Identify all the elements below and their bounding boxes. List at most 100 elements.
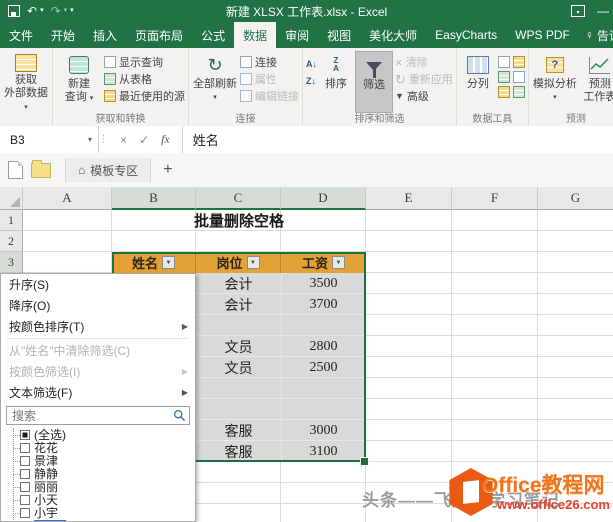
checkbox-icon[interactable] <box>20 455 30 466</box>
name-box-dropdown-icon[interactable]: ▾ <box>88 135 92 144</box>
table-row[interactable]: 会计 3500 <box>196 273 366 294</box>
sort-descending-button[interactable]: Z↓ <box>306 74 317 88</box>
undo-dropdown-icon[interactable]: ▾ <box>40 0 44 22</box>
cell-salary[interactable]: 3100 <box>281 441 366 462</box>
table-row[interactable] <box>196 399 366 420</box>
flash-fill-icon[interactable] <box>497 56 510 68</box>
tell-me-box[interactable]: ♀ 告诉我.. <box>579 22 613 48</box>
cell-position[interactable]: 文员 <box>196 357 281 378</box>
cell-d3-salary[interactable]: 工资 ▼ <box>281 252 366 273</box>
manage-data-model-icon[interactable] <box>512 86 525 98</box>
tab-home[interactable]: 开始 <box>42 22 84 48</box>
forecast-sheet-button[interactable]: 预测 工作表 <box>580 51 613 111</box>
row-header-2[interactable]: 2 <box>0 231 23 252</box>
insert-function-icon[interactable]: fx <box>161 132 170 147</box>
relationships-icon[interactable] <box>497 86 510 98</box>
table-row[interactable]: 会计 3700 <box>196 294 366 315</box>
cell-position[interactable] <box>196 315 281 336</box>
consolidate-icon[interactable] <box>512 71 525 83</box>
cell-position[interactable] <box>196 399 281 420</box>
title-cell[interactable]: 批量删除空格 <box>112 210 366 231</box>
column-header-b[interactable]: B <box>112 187 196 210</box>
cell-position[interactable]: 会计 <box>196 273 281 294</box>
advanced-filter-button[interactable]: ▼ 高级 <box>395 89 453 104</box>
save-icon[interactable] <box>8 5 20 17</box>
open-folder-icon[interactable] <box>31 159 51 178</box>
tab-view[interactable]: 视图 <box>318 22 360 48</box>
checkbox-icon[interactable] <box>20 494 30 505</box>
cell-salary[interactable]: 3500 <box>281 273 366 294</box>
checkbox-checked-icon[interactable] <box>20 429 30 440</box>
formula-input[interactable]: 姓名 <box>183 126 219 153</box>
what-if-button[interactable]: ? 模拟分析 ▾ <box>532 51 578 111</box>
checkbox-icon[interactable] <box>20 468 30 479</box>
checkbox-icon[interactable] <box>20 481 30 492</box>
customize-qat-icon[interactable]: ▾ <box>70 0 74 22</box>
cell-position[interactable]: 客服 <box>196 420 281 441</box>
cell-salary[interactable] <box>281 378 366 399</box>
tab-data[interactable]: 数据 <box>234 22 277 48</box>
connections-button[interactable]: 连接 <box>240 55 299 69</box>
cell-c3-position[interactable]: 岗位 ▼ <box>196 252 281 273</box>
menu-item-sort-ascending[interactable]: 升序(S) <box>1 274 195 295</box>
column-header-d[interactable]: D <box>281 187 366 210</box>
tab-wps-pdf[interactable]: WPS PDF <box>506 22 579 48</box>
filter-dropdown-button-name[interactable]: ▼ <box>162 256 175 269</box>
name-box[interactable]: B3 ▾ <box>0 126 99 153</box>
table-row[interactable]: 文员 2800 <box>196 336 366 357</box>
new-document-icon[interactable] <box>8 161 23 179</box>
table-row[interactable]: 客服 3100 <box>196 441 366 462</box>
filter-search-box[interactable] <box>6 406 190 425</box>
fill-handle[interactable] <box>360 457 369 466</box>
row-header-3[interactable]: 3 <box>0 252 23 273</box>
formula-bar-handle[interactable]: ⋮ <box>99 126 109 153</box>
column-header-f[interactable]: F <box>452 187 538 210</box>
row-header-1[interactable]: 1 <box>0 210 23 231</box>
search-input[interactable] <box>6 406 190 425</box>
redo-dropdown-icon[interactable]: ▾ <box>64 0 68 22</box>
cancel-icon[interactable]: × <box>120 133 127 147</box>
new-query-button[interactable]: 新建 查询 ▾ <box>56 51 102 111</box>
table-row[interactable] <box>196 378 366 399</box>
cell-salary[interactable]: 2500 <box>281 357 366 378</box>
select-all-corner[interactable] <box>0 187 23 210</box>
table-row[interactable]: 文员 2500 <box>196 357 366 378</box>
tab-easycharts[interactable]: EasyCharts <box>426 22 506 48</box>
text-to-columns-button[interactable]: 分列 <box>460 51 496 111</box>
menu-item-sort-by-color[interactable]: 按颜色排序(T) ▶ <box>1 316 195 337</box>
table-row[interactable] <box>196 315 366 336</box>
cell-salary[interactable]: 3700 <box>281 294 366 315</box>
column-header-a[interactable]: A <box>23 187 112 210</box>
cell-position[interactable] <box>196 378 281 399</box>
cell-salary[interactable]: 2800 <box>281 336 366 357</box>
get-external-data-button[interactable]: 获取 外部数据 ▾ <box>3 51 49 111</box>
cell-salary[interactable] <box>281 315 366 336</box>
column-header-c[interactable]: C <box>196 187 281 210</box>
undo-icon[interactable]: ↶ <box>27 0 37 22</box>
refresh-all-button[interactable]: ↻ 全部刷新 ▾ <box>192 51 238 111</box>
remove-duplicates-icon[interactable] <box>512 56 525 68</box>
cell-position[interactable]: 客服 <box>196 441 281 462</box>
ribbon-display-options-icon[interactable]: ▾ <box>571 5 585 17</box>
workbook-tab[interactable]: ⌂ 模板专区 <box>65 158 152 182</box>
tab-file[interactable]: 文件 <box>0 22 42 48</box>
filter-option[interactable]: 小宇 <box>11 506 195 520</box>
from-table-button[interactable]: 从表格 <box>104 72 185 86</box>
tab-formulas[interactable]: 公式 <box>192 22 234 48</box>
minimize-button[interactable]: — <box>597 4 609 18</box>
checkbox-icon[interactable] <box>20 507 30 518</box>
tab-page-layout[interactable]: 页面布局 <box>126 22 192 48</box>
tab-review[interactable]: 审阅 <box>276 22 318 48</box>
enter-icon[interactable]: ✓ <box>139 133 149 147</box>
redo-icon[interactable]: ↷ <box>51 0 61 22</box>
cell-position[interactable]: 文员 <box>196 336 281 357</box>
tab-insert[interactable]: 插入 <box>84 22 126 48</box>
column-header-g[interactable]: G <box>538 187 613 210</box>
tab-beautify[interactable]: 美化大师 <box>360 22 426 48</box>
table-row[interactable]: 客服 3000 <box>196 420 366 441</box>
sort-ascending-button[interactable]: A↓ <box>306 57 317 71</box>
cell-salary[interactable]: 3000 <box>281 420 366 441</box>
checkbox-icon[interactable] <box>20 442 30 453</box>
column-header-e[interactable]: E <box>366 187 452 210</box>
recent-sources-button[interactable]: 最近使用的源 <box>104 89 185 103</box>
